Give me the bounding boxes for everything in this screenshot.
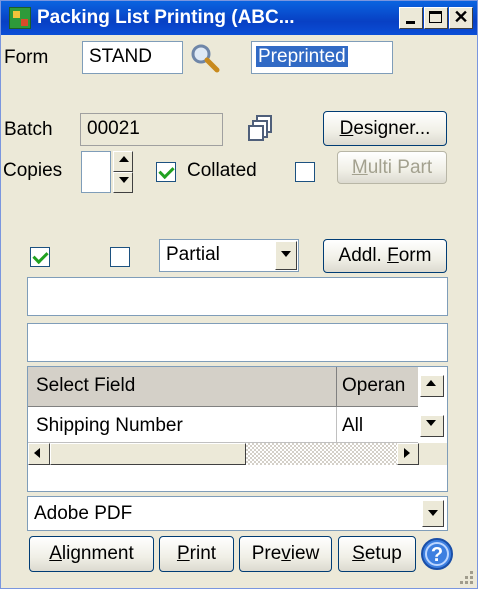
maximize-button[interactable] xyxy=(424,7,448,29)
alignment-hotkey: A xyxy=(49,543,62,564)
multipart-hotkey: M xyxy=(351,157,368,178)
preview-button[interactable]: Preview xyxy=(239,536,332,572)
grid-scroll-down-button[interactable] xyxy=(420,415,444,437)
mode-select-value: Partial xyxy=(166,244,220,265)
printer-select[interactable]: Adobe PDF xyxy=(27,496,448,531)
grid-header-select-field[interactable]: Select Field xyxy=(28,367,337,407)
title-bar[interactable]: Packing List Printing (ABC... ✕ xyxy=(1,1,477,35)
svg-text:?: ? xyxy=(431,544,443,566)
grid-header-label-1: Select Field xyxy=(36,375,136,396)
copies-decrement-button[interactable] xyxy=(113,172,133,193)
addl-form-hotkey: F xyxy=(387,245,399,266)
grid-cell-operand-wrap[interactable]: All xyxy=(337,407,418,443)
addl-form-button[interactable]: Addl. Form xyxy=(323,239,447,273)
multipart-label-post: ulti Part xyxy=(367,157,433,178)
print-hotkey: P xyxy=(176,543,190,564)
copies-input[interactable] xyxy=(81,151,111,193)
grid-h-scrollbar-thumb[interactable] xyxy=(50,443,246,465)
grid-scroll-up-button[interactable] xyxy=(420,375,444,397)
close-icon: ✕ xyxy=(453,7,469,27)
designer-label-post: esigner... xyxy=(353,118,431,139)
print-button[interactable]: Print xyxy=(159,536,234,572)
designer-hotkey: D xyxy=(339,118,354,139)
help-icon[interactable]: ? xyxy=(420,537,454,571)
form-label: Form xyxy=(4,47,49,68)
grid-cell-operand: All xyxy=(342,415,364,436)
form-code-input[interactable]: STAND xyxy=(82,41,183,74)
copies-label: Copies xyxy=(3,160,63,181)
message-line-2 xyxy=(27,323,448,362)
table-row[interactable]: Shipping Number xyxy=(28,407,337,443)
mode-dropdown-button[interactable] xyxy=(275,241,297,270)
grid-scroll-left-button[interactable] xyxy=(28,443,50,465)
grid-header-label-2: Operan xyxy=(342,375,406,396)
collated-checkbox[interactable] xyxy=(156,162,176,182)
multi-part-checkbox[interactable] xyxy=(295,162,315,182)
addl-form-label-pre: Addl. xyxy=(338,245,388,266)
batch-label: Batch xyxy=(4,119,53,140)
close-button[interactable]: ✕ xyxy=(449,7,473,29)
packing-list-window: Packing List Printing (ABC... ✕ Form STA… xyxy=(0,0,478,589)
setup-label-post: etup xyxy=(364,543,402,564)
size-grip-icon[interactable] xyxy=(457,568,475,586)
form-type-value: Preprinted xyxy=(256,46,348,67)
batch-input[interactable]: 00021 xyxy=(80,113,223,146)
search-icon[interactable] xyxy=(189,42,221,74)
addl-form-label-post: orm xyxy=(398,245,432,266)
designer-button[interactable]: Designer... xyxy=(323,111,447,146)
grid-header-operand[interactable]: Operan xyxy=(337,367,418,407)
preview-label-post: iew xyxy=(290,543,320,564)
copies-increment-button[interactable] xyxy=(113,151,133,172)
preview-hotkey: v xyxy=(281,543,291,564)
minimize-button[interactable] xyxy=(399,7,423,29)
option-checkbox-1[interactable] xyxy=(30,247,50,267)
setup-hotkey: S xyxy=(352,543,365,564)
selection-grid[interactable]: Select Field Operan Shipping Number All xyxy=(27,366,448,492)
print-label-post: rint xyxy=(189,543,217,564)
grid-h-scrollbar[interactable] xyxy=(28,443,419,465)
grid-scroll-right-button[interactable] xyxy=(397,443,419,465)
setup-button[interactable]: Setup xyxy=(338,536,416,572)
form-type-field[interactable]: Preprinted xyxy=(251,41,393,74)
collated-label: Collated xyxy=(187,160,257,181)
option-checkbox-2[interactable] xyxy=(110,247,130,267)
alignment-button[interactable]: Alignment xyxy=(29,536,154,572)
preview-label-pre: Pre xyxy=(251,543,282,564)
printer-select-value: Adobe PDF xyxy=(34,503,133,524)
copy-batch-icon[interactable] xyxy=(246,113,276,143)
printer-dropdown-button[interactable] xyxy=(422,500,444,527)
grid-scroll-corner xyxy=(419,443,447,465)
window-title: Packing List Printing (ABC... xyxy=(37,7,295,28)
alignment-label-post: lignment xyxy=(61,543,134,564)
grid-cell-field: Shipping Number xyxy=(36,415,183,436)
message-line-1 xyxy=(27,277,448,316)
app-icon[interactable] xyxy=(9,7,31,29)
multi-part-button[interactable]: Multi Part xyxy=(337,151,447,184)
